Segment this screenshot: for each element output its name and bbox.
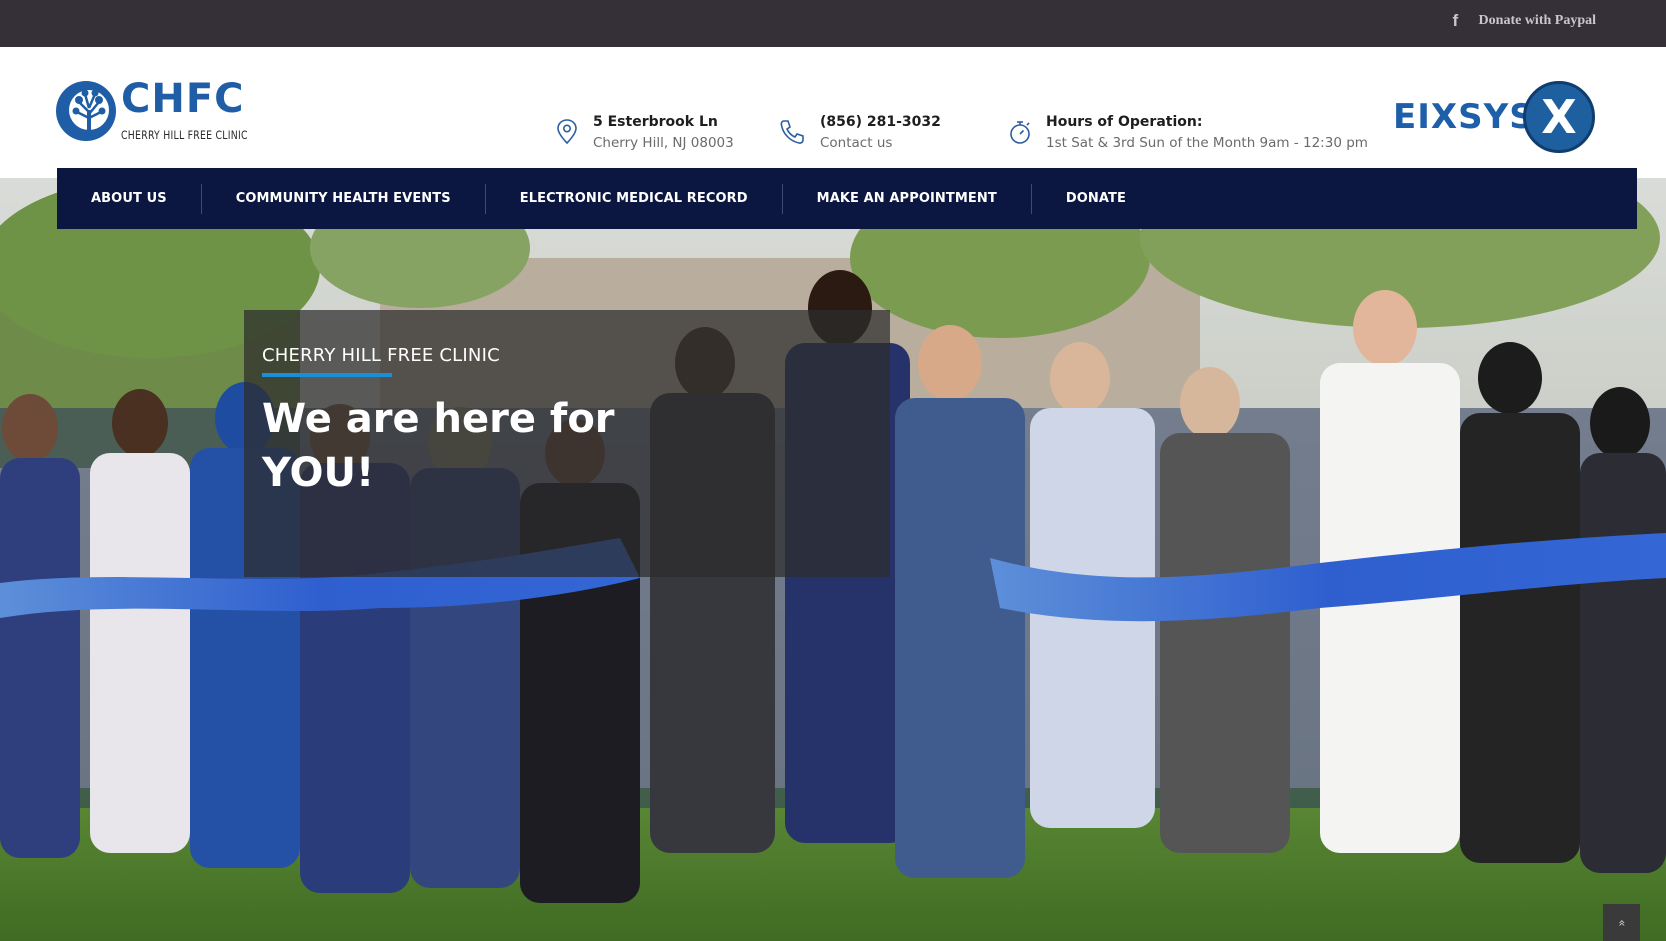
contact-us-link[interactable]: Contact us: [820, 131, 941, 155]
address-city: Cherry Hill, NJ 08003: [593, 135, 734, 151]
hours-info: Hours of Operation: 1st Sat & 3rd Sun of…: [1008, 113, 1368, 155]
logo-title: CHFC: [121, 76, 245, 122]
top-bar: f Donate with Paypal: [0, 0, 1666, 47]
hero-accent-line: [262, 373, 392, 377]
donate-paypal-label: Donate with Paypal: [1478, 13, 1596, 28]
phone-info: (856) 281-3032 Contact us: [778, 113, 941, 155]
eixsys-logo[interactable]: EIXSYS X: [1393, 81, 1603, 153]
stopwatch-icon: [1010, 121, 1030, 144]
eixsys-logo-text: EIXSYS: [1393, 97, 1535, 137]
facebook-icon[interactable]: f: [1453, 12, 1465, 30]
chevron-up-icon: »: [1614, 918, 1629, 927]
nav-make-appointment[interactable]: MAKE AN APPOINTMENT: [783, 191, 1031, 206]
scroll-to-top-button[interactable]: »: [1603, 904, 1640, 941]
location-pin-icon: [557, 119, 577, 145]
hours-title: Hours of Operation:: [1046, 114, 1203, 130]
nav-donate[interactable]: DONATE: [1032, 191, 1160, 206]
hero-subtitle: CHERRY HILL FREE CLINIC: [262, 345, 500, 366]
eixsys-x-mark: X: [1541, 90, 1577, 144]
phone-icon: [780, 120, 804, 144]
site-header: CHFC CHERRY HILL FREE CLINIC 5 Esterbroo…: [0, 47, 1666, 178]
hero-caption-box: CHERRY HILL FREE CLINIC We are here for …: [244, 310, 890, 577]
phone-number[interactable]: (856) 281-3032: [820, 113, 941, 131]
donate-paypal-link[interactable]: f Donate with Paypal: [1453, 12, 1596, 30]
nav-about-us[interactable]: ABOUT US: [57, 191, 201, 206]
eixsys-x-badge: X: [1523, 81, 1595, 153]
nav-community-health-events[interactable]: COMMUNITY HEALTH EVENTS: [202, 191, 485, 206]
tree-logo-icon: [56, 81, 116, 141]
chfc-logo[interactable]: CHFC CHERRY HILL FREE CLINIC: [55, 76, 255, 144]
hours-detail: 1st Sat & 3rd Sun of the Month 9am - 12:…: [1046, 135, 1368, 151]
nav-electronic-medical-record[interactable]: ELECTRONIC MEDICAL RECORD: [486, 191, 782, 206]
address-info: 5 Esterbrook Ln Cherry Hill, NJ 08003: [555, 113, 734, 155]
address-line: 5 Esterbrook Ln: [593, 114, 718, 130]
hero-title: We are here for YOU!: [262, 396, 615, 496]
main-nav: ABOUT US COMMUNITY HEALTH EVENTS ELECTRO…: [57, 168, 1637, 229]
logo-subtitle: CHERRY HILL FREE CLINIC: [121, 128, 248, 142]
